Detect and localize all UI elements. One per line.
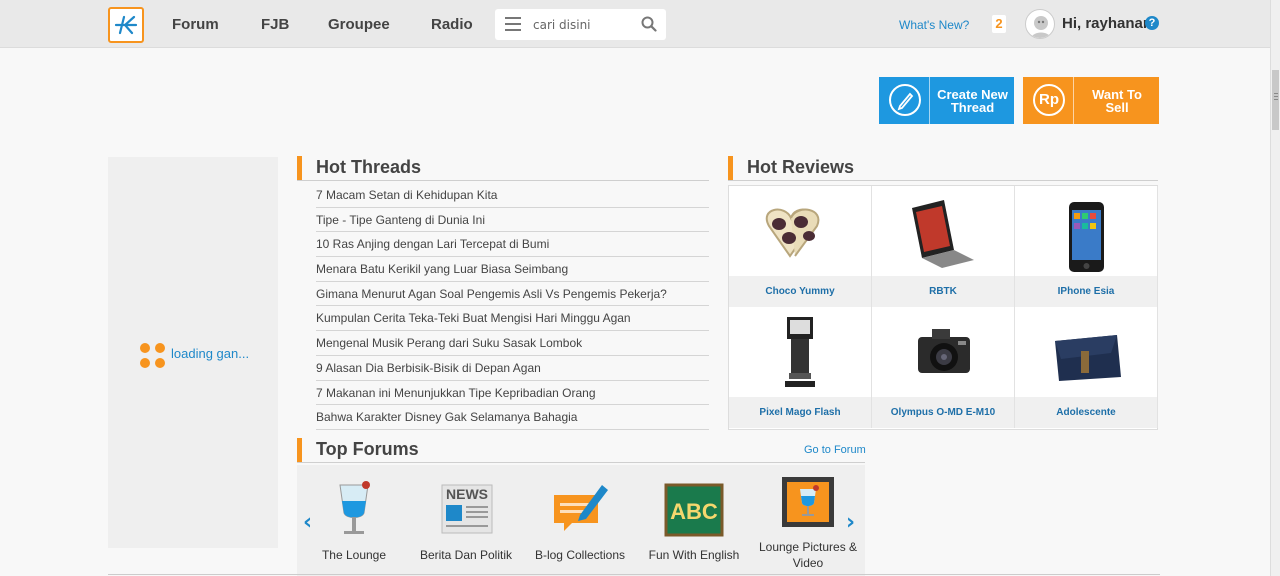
top-forums-divider: [297, 462, 865, 463]
review-title: Choco Yummy: [729, 276, 871, 307]
search-input[interactable]: [533, 15, 633, 35]
user-greeting[interactable]: Hi, rayhanar: [1062, 15, 1149, 32]
menu-icon[interactable]: [505, 17, 521, 31]
hot-threads-list: 7 Macam Setan di Kehidupan Kita Tipe - T…: [316, 183, 709, 430]
nav-forum[interactable]: Forum: [172, 16, 219, 33]
loading-text: loading gan...: [171, 346, 250, 361]
hot-threads-divider: [297, 180, 709, 181]
create-thread-icon-box: [879, 77, 930, 124]
forum-card-berita-dan-politik[interactable]: NEWS Berita Dan Politik: [409, 465, 523, 576]
want-to-sell-button[interactable]: Rp Want To Sell: [1023, 77, 1159, 124]
thread-item[interactable]: 9 Alasan Dia Berbisik-Bisik di Depan Aga…: [316, 356, 709, 381]
search-box: [495, 9, 666, 40]
thread-item[interactable]: Gimana Menurut Agan Soal Pengemis Asli V…: [316, 282, 709, 307]
review-card[interactable]: Adolescente: [1015, 307, 1158, 428]
blog-pencil-icon: [554, 485, 608, 531]
review-title: RBTK: [872, 276, 1014, 307]
camera-flash-icon: [785, 317, 815, 387]
top-navbar: Forum FJB Groupee Radio What's New? 2 Hi…: [0, 0, 1270, 48]
review-card[interactable]: RBTK: [872, 186, 1015, 307]
left-ad-panel: loading gan...: [108, 157, 278, 548]
forum-card-b-log-collections[interactable]: B-log Collections: [523, 465, 637, 576]
hot-reviews-title: Hot Reviews: [728, 156, 854, 180]
help-icon[interactable]: ?: [1145, 16, 1159, 30]
smartphone-icon: [1069, 202, 1104, 272]
chalkboard-icon: ABC: [664, 483, 724, 537]
want-to-sell-icon-box: Rp: [1023, 77, 1074, 124]
newspaper-icon: NEWS: [441, 484, 493, 534]
handbag-icon: [1055, 335, 1121, 381]
kaskus-logo-icon[interactable]: [108, 7, 144, 43]
whats-new-link[interactable]: What's New?: [899, 18, 969, 32]
scrollbar[interactable]: [1270, 0, 1280, 576]
picture-frame-icon: [782, 477, 834, 527]
create-thread-label: Create New Thread: [937, 86, 1008, 115]
thread-item[interactable]: 7 Makanan ini Menunjukkan Tipe Kepribadi…: [316, 381, 709, 406]
forum-label: B-log Collections: [534, 548, 626, 562]
avatar[interactable]: [1025, 9, 1055, 39]
thread-item[interactable]: Kumpulan Cerita Teka-Teki Buat Mengisi H…: [316, 306, 709, 332]
review-card[interactable]: Pixel Mago Flash: [729, 307, 872, 428]
want-to-sell-label: Want To Sell: [1092, 86, 1142, 115]
forum-label: The Lounge: [321, 548, 387, 562]
thread-item[interactable]: Bahwa Karakter Disney Gak Selamanya Baha…: [316, 405, 709, 430]
news-icon-text: NEWS: [446, 486, 488, 502]
review-card[interactable]: Choco Yummy: [729, 186, 872, 307]
review-card[interactable]: Olympus O-MD E-M10: [872, 307, 1015, 428]
scrollbar-grip-icon: [1274, 93, 1278, 102]
review-title: Olympus O-MD E-M10: [872, 397, 1014, 428]
nav-fjb[interactable]: FJB: [261, 16, 289, 33]
search-icon[interactable]: [641, 16, 657, 32]
forum-label: Fun With English: [648, 548, 740, 562]
thread-item[interactable]: Menara Batu Kerikil yang Luar Biasa Seim…: [316, 257, 709, 282]
pencil-icon: [889, 84, 921, 116]
rupiah-icon: Rp: [1033, 84, 1065, 116]
forum-card-fun-with-english[interactable]: ABC Fun With English: [637, 465, 751, 576]
go-to-forum-link[interactable]: Go to Forum: [804, 444, 866, 456]
review-title: Adolescente: [1015, 397, 1157, 428]
review-title: IPhone Esia: [1015, 276, 1157, 307]
thread-item[interactable]: 10 Ras Anjing dengan Lari Tercepat di Bu…: [316, 232, 709, 258]
tablet-case-icon: [912, 200, 974, 268]
forum-label: Lounge Pictures & Video: [758, 540, 858, 570]
nav-groupee[interactable]: Groupee: [328, 16, 390, 33]
hot-reviews-divider: [728, 180, 1158, 181]
hot-threads-title: Hot Threads: [297, 156, 421, 180]
loading-icon: [140, 343, 166, 369]
create-thread-button[interactable]: Create New Thread: [879, 77, 1014, 124]
review-title: Pixel Mago Flash: [729, 397, 871, 428]
thread-item[interactable]: Mengenal Musik Perang dari Suku Sasak Lo…: [316, 331, 709, 356]
glass-icon: [339, 481, 370, 534]
footer-divider: [108, 574, 1160, 575]
abc-icon-text: ABC: [670, 499, 718, 524]
forum-label: Berita Dan Politik: [419, 548, 513, 562]
nav-radio[interactable]: Radio: [431, 16, 473, 33]
chocolate-box-icon: [765, 208, 820, 258]
forum-card-lounge-pictures-video[interactable]: Lounge Pictures & Video: [751, 465, 865, 576]
notification-badge[interactable]: 2: [992, 15, 1006, 33]
thread-item[interactable]: Tipe - Tipe Ganteng di Dunia Ini: [316, 208, 709, 233]
hot-reviews-grid: Choco Yummy RBTK IPhone Esia Pixel Mago …: [728, 185, 1158, 430]
camera-icon: [918, 329, 970, 373]
top-forums-carousel: ‹ › The Lounge NEWS Berita Dan Politik B…: [297, 465, 865, 576]
top-forums-title: Top Forums: [297, 438, 419, 462]
forum-card-the-lounge[interactable]: The Lounge: [297, 465, 411, 576]
thread-item[interactable]: 7 Macam Setan di Kehidupan Kita: [316, 183, 709, 208]
review-card[interactable]: IPhone Esia: [1015, 186, 1158, 307]
